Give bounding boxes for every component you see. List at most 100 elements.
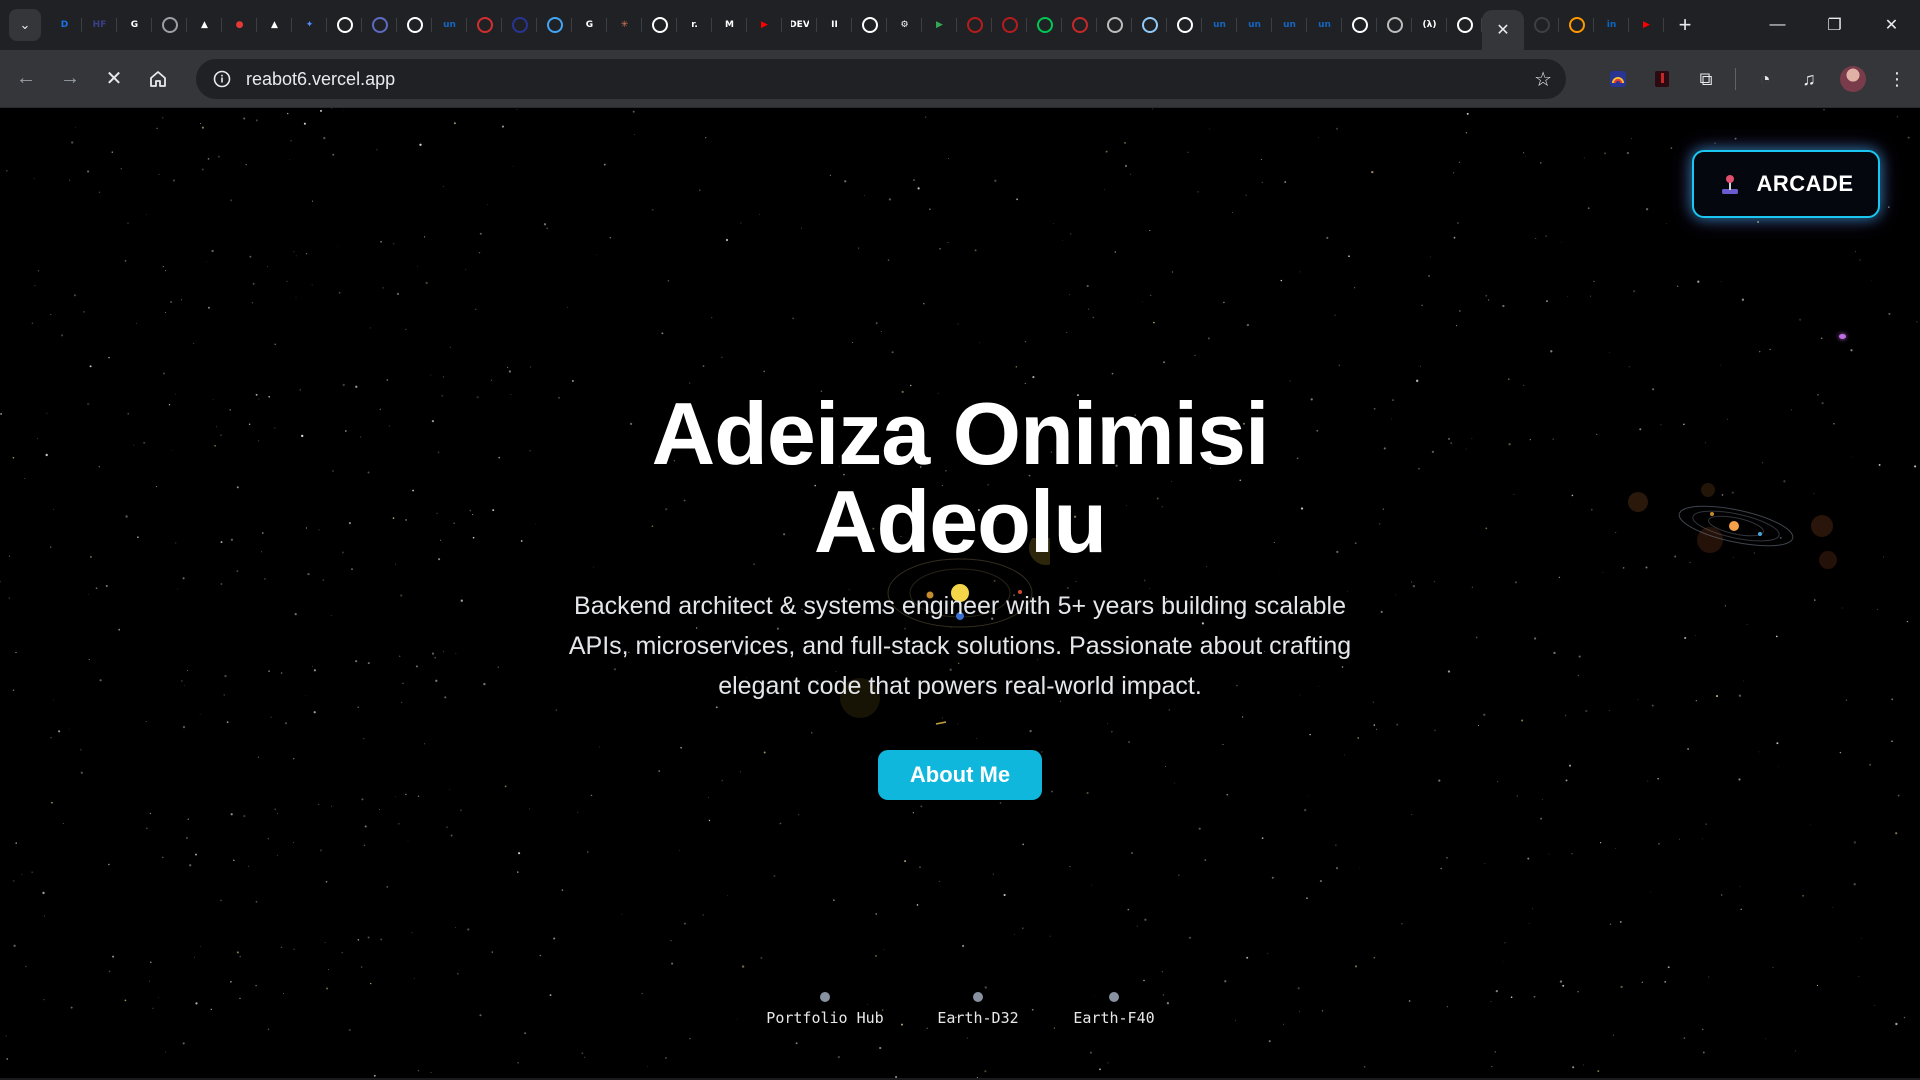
tab-trailing-3[interactable]: ▶ xyxy=(1629,7,1664,43)
extensions-button[interactable]: ⧉ xyxy=(1691,64,1721,94)
star xyxy=(201,168,204,171)
tab-14[interactable] xyxy=(537,7,572,43)
close-icon[interactable]: ✕ xyxy=(1496,20,1509,40)
back-button[interactable]: ← xyxy=(6,59,46,99)
tab-40[interactable] xyxy=(1447,7,1482,43)
tab-26[interactable] xyxy=(957,7,992,43)
tab-10[interactable] xyxy=(397,7,432,43)
tab-32[interactable] xyxy=(1167,7,1202,43)
extension-dark-button[interactable] xyxy=(1647,64,1677,94)
address-bar[interactable]: reabot6.vercel.app ☆ xyxy=(196,59,1566,99)
tab-34[interactable]: un xyxy=(1237,7,1272,43)
menu-button[interactable]: ⋮ xyxy=(1882,64,1912,94)
tab-trailing-2[interactable]: in xyxy=(1594,7,1629,43)
star xyxy=(1015,366,1018,368)
tab-25[interactable]: ▶ xyxy=(922,7,957,43)
profile-button[interactable] xyxy=(1838,64,1868,94)
star xyxy=(837,1055,841,1059)
star xyxy=(947,158,950,160)
star xyxy=(411,931,413,934)
tab-4[interactable]: ▲ xyxy=(187,7,222,43)
tab-0[interactable]: D xyxy=(47,7,82,43)
forward-button[interactable]: → xyxy=(50,59,90,99)
world-item-earth-f40[interactable]: Earth-F40 xyxy=(1064,992,1164,1027)
arcade-button[interactable]: ARCADE xyxy=(1692,150,1880,218)
star xyxy=(875,913,878,915)
tab-36[interactable]: un xyxy=(1307,7,1342,43)
arrow-right-icon: → xyxy=(60,67,80,89)
star xyxy=(667,279,670,282)
star xyxy=(1631,137,1632,139)
tab-3[interactable] xyxy=(152,7,187,43)
tab-37[interactable] xyxy=(1342,7,1377,43)
tab-28[interactable] xyxy=(1027,7,1062,43)
close-window-button[interactable]: ✕ xyxy=(1863,0,1920,50)
world-item-earth-d32[interactable]: Earth-D32 xyxy=(928,992,1028,1027)
star xyxy=(1124,142,1126,144)
star xyxy=(1676,285,1679,287)
tab-21[interactable]: DEV xyxy=(782,7,817,43)
tab-trailing-0[interactable] xyxy=(1524,7,1559,43)
star xyxy=(1571,494,1574,497)
star xyxy=(581,1052,584,1055)
world-item-portfolio-hub[interactable]: Portfolio Hub xyxy=(765,992,885,1027)
tab-active[interactable]: ✕ xyxy=(1482,10,1524,50)
tab-23[interactable] xyxy=(852,7,887,43)
tab-35[interactable]: un xyxy=(1272,7,1307,43)
tab-33[interactable]: un xyxy=(1202,7,1237,43)
star xyxy=(1527,857,1530,860)
tab-17[interactable] xyxy=(642,7,677,43)
extension-rainbow-button[interactable] xyxy=(1603,64,1633,94)
tab-22[interactable]: II xyxy=(817,7,852,43)
star xyxy=(529,808,531,810)
close-icon: ✕ xyxy=(1884,17,1899,34)
tab-15[interactable]: G xyxy=(572,7,607,43)
star xyxy=(1657,778,1659,780)
tab-13[interactable] xyxy=(502,7,537,43)
star xyxy=(1619,920,1622,923)
tab-19[interactable]: M xyxy=(712,7,747,43)
minimize-button[interactable]: — xyxy=(1749,0,1806,50)
tab-11[interactable]: un xyxy=(432,7,467,43)
tab-18[interactable]: r. xyxy=(677,7,712,43)
tab-8[interactable] xyxy=(327,7,362,43)
tab-39[interactable]: (λ) xyxy=(1412,7,1447,43)
about-me-button[interactable]: About Me xyxy=(878,750,1042,800)
performance-button[interactable]: ◔ xyxy=(1750,64,1780,94)
star xyxy=(1565,779,1568,782)
tab-5[interactable]: ● xyxy=(222,7,257,43)
tab-trailing-1[interactable] xyxy=(1559,7,1594,43)
tab-1[interactable]: HF xyxy=(82,7,117,43)
tab-12[interactable] xyxy=(467,7,502,43)
tab-9[interactable] xyxy=(362,7,397,43)
stop-button[interactable]: ✕ xyxy=(94,59,134,99)
star xyxy=(220,899,222,902)
star xyxy=(236,951,239,954)
bookmark-star-icon[interactable]: ☆ xyxy=(1534,67,1552,92)
tab-6[interactable]: ▲ xyxy=(257,7,292,43)
media-control-button[interactable]: ♫ xyxy=(1794,64,1824,94)
tab-29[interactable] xyxy=(1062,7,1097,43)
tab-search-button[interactable]: ⌄ xyxy=(9,9,41,41)
url-text[interactable]: reabot6.vercel.app xyxy=(246,69,395,90)
tab-38[interactable] xyxy=(1377,7,1412,43)
restore-button[interactable]: ❐ xyxy=(1806,0,1863,50)
star xyxy=(1103,189,1105,190)
star xyxy=(455,927,457,928)
tab-27[interactable] xyxy=(992,7,1027,43)
tab-7[interactable]: ✦ xyxy=(292,7,327,43)
star xyxy=(69,728,70,730)
star xyxy=(1271,876,1274,879)
tab-20[interactable]: ▶ xyxy=(747,7,782,43)
tab-2[interactable]: G xyxy=(117,7,152,43)
tab-30[interactable] xyxy=(1097,7,1132,43)
tab-31[interactable] xyxy=(1132,7,1167,43)
site-info-button[interactable] xyxy=(202,59,242,99)
star xyxy=(1131,852,1133,854)
new-tab-button[interactable]: + xyxy=(1668,8,1702,42)
tab-24[interactable]: ⚙ xyxy=(887,7,922,43)
home-button[interactable] xyxy=(138,59,178,99)
tab-16[interactable]: ✳ xyxy=(607,7,642,43)
star xyxy=(875,955,877,957)
star xyxy=(1297,987,1300,990)
